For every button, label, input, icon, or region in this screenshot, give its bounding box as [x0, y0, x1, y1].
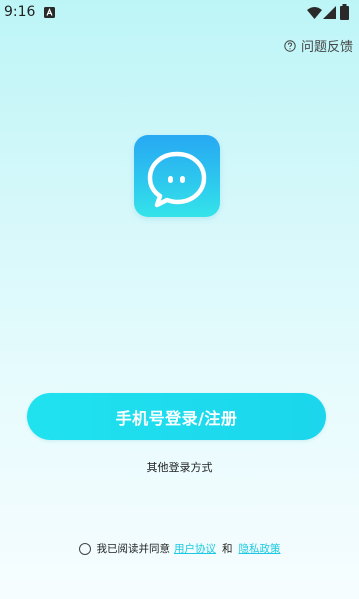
app-logo — [134, 135, 220, 217]
notification-a-icon — [44, 7, 55, 18]
status-bar: 9:16 — [0, 0, 359, 26]
agreement-prefix: 我已阅读并同意 — [96, 543, 171, 555]
phone-login-label: 手机号登录/注册 — [115, 408, 238, 428]
user-agreement-link[interactable]: 用户协议 — [174, 541, 216, 556]
other-login-link[interactable]: 其他登录方式 — [0, 459, 359, 475]
feedback-label: 问题反馈 — [300, 40, 353, 55]
feedback-button[interactable]: 问题反馈 — [284, 36, 353, 55]
question-circle-icon — [284, 39, 296, 52]
agreement-row: 我已阅读并同意 用户协议 和 隐私政策 — [0, 541, 359, 556]
agreement-and: 和 — [222, 543, 233, 555]
privacy-policy-link[interactable]: 隐私政策 — [239, 541, 281, 556]
agree-checkbox[interactable] — [78, 542, 91, 555]
battery-icon — [340, 4, 349, 20]
status-time: 9:16 — [4, 4, 36, 20]
phone-login-button[interactable]: 手机号登录/注册 — [27, 393, 326, 440]
wifi-icon — [307, 7, 322, 19]
signal-icon — [323, 6, 336, 19]
login-screen: 9:16 问题反馈 手机号登录/注册 其他登录方式 我已阅读并同意 用户协议 和… — [0, 0, 359, 599]
chat-bubble-icon — [147, 151, 207, 208]
